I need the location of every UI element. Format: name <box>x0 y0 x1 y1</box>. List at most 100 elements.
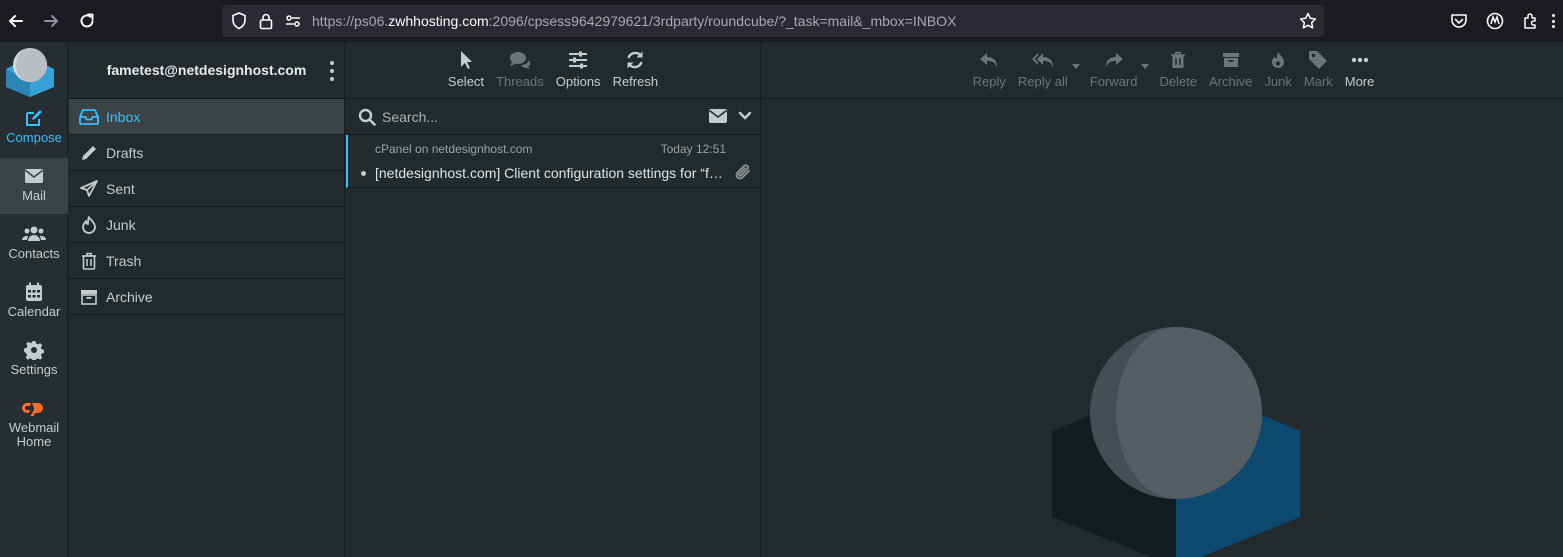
folder-label: Sent <box>106 180 135 197</box>
folder-label: Drafts <box>106 144 144 161</box>
select-label: Select <box>447 74 485 89</box>
folder-drafts[interactable]: Drafts <box>69 135 344 171</box>
compose-label: Compose <box>6 130 62 145</box>
cpanel-logo-icon <box>22 403 43 416</box>
unread-dot-icon[interactable] <box>361 171 366 176</box>
shield-icon[interactable] <box>229 11 249 31</box>
bookmark-star-icon[interactable] <box>1298 11 1318 31</box>
contacts-task[interactable]: Contacts <box>0 216 68 272</box>
gear-icon <box>24 341 44 360</box>
url-path: :2096/cpsess9642979621/3rdparty/roundcub… <box>488 13 957 29</box>
list-toolbar: Select Threads Options Refresh <box>346 42 760 99</box>
url-prefix: https://ps06. <box>312 13 389 29</box>
reload-icon <box>80 13 94 28</box>
folder-archive[interactable]: Archive <box>69 279 344 315</box>
tag-icon <box>1309 51 1328 69</box>
envelope-icon[interactable] <box>708 108 728 124</box>
message-from: cPanel on netdesignhost.com <box>375 142 533 156</box>
refresh-icon <box>627 51 643 69</box>
contacts-label: Contacts <box>8 246 60 261</box>
calendar-label: Calendar <box>7 304 61 319</box>
select-button[interactable]: Select <box>442 49 490 89</box>
search-bar[interactable]: Search... <box>346 99 760 135</box>
mail-task[interactable]: Mail <box>0 158 68 214</box>
cursor-icon <box>460 51 472 69</box>
archive-label: Archive <box>1209 74 1253 89</box>
folder-inbox[interactable]: Inbox <box>69 99 344 135</box>
forward-message-button[interactable]: Forward <box>1084 49 1144 89</box>
settings-label: Settings <box>10 362 58 377</box>
back-button[interactable] <box>4 9 28 33</box>
junk-button[interactable]: Junk <box>1258 49 1297 89</box>
forward-dropdown-icon[interactable] <box>1141 64 1150 69</box>
reply-all-icon <box>1031 53 1053 67</box>
message-row[interactable]: cPanel on netdesignhost.com Today 12:51 … <box>346 135 760 188</box>
trash-icon <box>1171 51 1186 68</box>
calendar-task[interactable]: Calendar <box>0 274 68 330</box>
message-preview-panel: Reply Reply all Forward Delete Archive J… <box>762 42 1563 557</box>
more-label: More <box>1344 74 1375 89</box>
roundcube-watermark-icon <box>1052 327 1300 557</box>
reply-button[interactable]: Reply <box>967 49 1012 89</box>
webmail-home-label: Webmail Home <box>8 420 60 449</box>
inbox-icon <box>79 108 99 125</box>
mark-button[interactable]: Mark <box>1298 49 1339 89</box>
browser-menu-button[interactable] <box>1552 14 1556 28</box>
message-date: Today 12:51 <box>660 142 726 156</box>
trash-icon <box>82 252 96 270</box>
archive-icon <box>81 289 97 305</box>
folder-sent[interactable]: Sent <box>69 171 344 207</box>
search-icon <box>358 108 376 126</box>
reply-all-label: Reply all <box>1017 74 1068 89</box>
reply-icon <box>980 53 998 67</box>
forward-button[interactable] <box>39 9 63 33</box>
lock-icon[interactable] <box>256 11 276 31</box>
folder-junk[interactable]: Junk <box>69 207 344 243</box>
browser-toolbar: https://ps06.zwhhosting.com:2096/cpsess9… <box>0 0 1563 42</box>
refresh-button[interactable]: Refresh <box>607 49 665 89</box>
delete-label: Delete <box>1159 74 1198 89</box>
options-button[interactable]: Options <box>550 49 607 89</box>
forward-arrow-icon <box>44 15 58 27</box>
search-input[interactable]: Search... <box>382 109 438 125</box>
extension-account-icon[interactable] <box>1485 11 1505 31</box>
extensions-puzzle-icon[interactable] <box>1521 11 1541 31</box>
reload-button[interactable] <box>75 9 99 33</box>
mail-label: Mail <box>22 188 46 203</box>
forward-label: Forward <box>1089 74 1138 89</box>
compose-button[interactable]: Compose <box>0 100 68 156</box>
url-host: zwhhosting.com <box>388 13 489 29</box>
threads-button[interactable]: Threads <box>490 49 550 89</box>
back-arrow-icon <box>9 15 23 27</box>
more-button[interactable]: More <box>1339 49 1381 89</box>
url-text: https://ps06.zwhhosting.com:2096/cpsess9… <box>312 13 956 29</box>
envelope-icon <box>25 169 43 183</box>
share-arrow-icon <box>1105 53 1123 67</box>
chevron-down-icon[interactable] <box>738 110 752 122</box>
folder-menu-button[interactable] <box>328 61 336 81</box>
account-header: fametest@netdesignhost.com <box>69 42 344 99</box>
webmail-home-task[interactable]: Webmail Home <box>0 390 68 454</box>
users-icon <box>22 226 46 241</box>
archive-button[interactable]: Archive <box>1203 49 1258 89</box>
fire-icon <box>1272 52 1285 68</box>
comments-icon <box>509 52 531 69</box>
reply-all-dropdown-icon[interactable] <box>1071 64 1080 69</box>
paperclip-icon <box>735 164 750 180</box>
folder-label: Inbox <box>106 108 141 125</box>
pocket-icon[interactable] <box>1449 11 1469 31</box>
paper-plane-icon <box>80 179 98 197</box>
permissions-icon[interactable] <box>283 11 303 31</box>
account-email: fametest@netdesignhost.com <box>106 62 307 78</box>
delete-button[interactable]: Delete <box>1153 49 1203 89</box>
reply-all-button[interactable]: Reply all <box>1012 49 1074 89</box>
sliders-icon <box>569 51 588 69</box>
folder-trash[interactable]: Trash <box>69 243 344 279</box>
settings-task[interactable]: Settings <box>0 332 68 388</box>
roundcube-logo[interactable] <box>4 45 56 97</box>
message-toolbar: Reply Reply all Forward Delete Archive J… <box>762 42 1563 99</box>
ellipsis-icon <box>1351 57 1368 63</box>
threads-label: Threads <box>496 74 544 89</box>
roundcube-logo-icon <box>6 48 54 97</box>
message-list-panel: Select Threads Options Refresh Search...… <box>346 42 761 557</box>
